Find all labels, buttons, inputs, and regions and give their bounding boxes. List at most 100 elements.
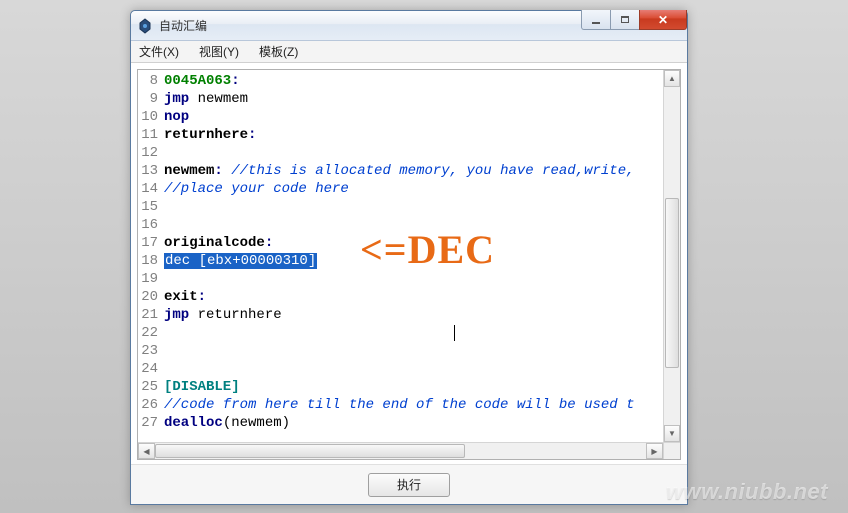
code-content[interactable]: returnhere: [164, 126, 663, 144]
code-token [223, 163, 231, 179]
code-token: dec [ebx+00000310] [164, 253, 317, 269]
line-number: 26 [138, 396, 164, 414]
code-token: dealloc [164, 415, 223, 431]
close-button[interactable]: ✕ [639, 10, 687, 30]
code-line[interactable]: 26//code from here till the end of the c… [138, 396, 663, 414]
code-line[interactable]: 27dealloc(newmem) [138, 414, 663, 432]
code-line[interactable]: 23 [138, 342, 663, 360]
code-content[interactable] [164, 270, 663, 288]
vertical-scroll-thumb[interactable] [665, 198, 679, 368]
code-content[interactable] [164, 342, 663, 360]
menu-file[interactable]: 文件(X) [135, 41, 183, 62]
code-token: [DISABLE] [164, 379, 240, 395]
code-token: : [265, 235, 273, 251]
execute-button[interactable]: 执行 [368, 473, 450, 497]
code-line[interactable]: 80045A063: [138, 72, 663, 90]
code-line[interactable]: 22 [138, 324, 663, 342]
line-number: 21 [138, 306, 164, 324]
scroll-corner [663, 443, 680, 459]
code-content[interactable] [164, 198, 663, 216]
line-number: 10 [138, 108, 164, 126]
code-content[interactable]: //place your code here [164, 180, 663, 198]
code-token: : [231, 73, 239, 89]
code-content[interactable]: dec [ebx+00000310]<=DEC [164, 252, 663, 270]
line-number: 14 [138, 180, 164, 198]
code-line[interactable]: 21jmp returnhere [138, 306, 663, 324]
scroll-right-button[interactable]: ▶ [646, 443, 663, 459]
code-token: jmp [164, 91, 189, 107]
code-token: exit [164, 289, 198, 305]
code-editor[interactable]: 80045A063:9jmp newmem10nop11returnhere:1… [138, 70, 663, 442]
code-content[interactable]: exit: [164, 288, 663, 306]
titlebar[interactable]: 自动汇编 ✕ [131, 11, 687, 41]
code-token: newmem [164, 163, 214, 179]
code-line[interactable]: 12 [138, 144, 663, 162]
menu-view[interactable]: 视图(Y) [195, 41, 243, 62]
window-title: 自动汇编 [159, 17, 207, 34]
code-line[interactable]: 13newmem: //this is allocated memory, yo… [138, 162, 663, 180]
code-line[interactable]: 19 [138, 270, 663, 288]
auto-assemble-window: 自动汇编 ✕ 文件(X) 视图(Y) 模板(Z) 80045A063:9jmp … [130, 10, 688, 505]
code-line[interactable]: 17originalcode: [138, 234, 663, 252]
code-content[interactable]: 0045A063: [164, 72, 663, 90]
code-content[interactable] [164, 144, 663, 162]
code-content[interactable] [164, 360, 663, 378]
code-line[interactable]: 10nop [138, 108, 663, 126]
editor-body: 80045A063:9jmp newmem10nop11returnhere:1… [138, 70, 680, 442]
line-number: 20 [138, 288, 164, 306]
horizontal-scroll-thumb[interactable] [155, 444, 465, 458]
horizontal-scrollbar[interactable]: ◀ ▶ [138, 442, 680, 459]
code-content[interactable]: nop [164, 108, 663, 126]
scroll-left-button[interactable]: ◀ [138, 443, 155, 459]
code-line[interactable]: 18dec [ebx+00000310]<=DEC [138, 252, 663, 270]
line-number: 15 [138, 198, 164, 216]
window-controls: ✕ [582, 10, 687, 30]
minimize-button[interactable] [581, 10, 611, 30]
code-content[interactable]: [DISABLE] [164, 378, 663, 396]
code-content[interactable]: dealloc(newmem) [164, 414, 663, 432]
code-line[interactable]: 15 [138, 198, 663, 216]
code-content[interactable]: //code from here till the end of the cod… [164, 396, 663, 414]
line-number: 16 [138, 216, 164, 234]
line-number: 9 [138, 90, 164, 108]
line-number: 24 [138, 360, 164, 378]
line-number: 18 [138, 252, 164, 270]
code-content[interactable]: originalcode: [164, 234, 663, 252]
footer: 执行 [131, 464, 687, 504]
line-number: 17 [138, 234, 164, 252]
horizontal-scroll-track[interactable] [155, 443, 646, 459]
code-line[interactable]: 20exit: [138, 288, 663, 306]
maximize-button[interactable] [610, 10, 640, 30]
code-token: //this is allocated memory, you have rea… [231, 163, 634, 179]
code-line[interactable]: 24 [138, 360, 663, 378]
code-content[interactable]: newmem: //this is allocated memory, you … [164, 162, 663, 180]
app-icon [137, 18, 153, 34]
vertical-scrollbar[interactable]: ▲ ▼ [663, 70, 680, 442]
code-content[interactable]: jmp newmem [164, 90, 663, 108]
code-token: newmem [189, 91, 248, 107]
scroll-up-button[interactable]: ▲ [664, 70, 680, 87]
code-token: //place your code here [164, 181, 349, 197]
code-line[interactable]: 11returnhere: [138, 126, 663, 144]
code-token: returnhere [189, 307, 281, 323]
code-content[interactable] [164, 216, 663, 234]
scroll-down-button[interactable]: ▼ [664, 425, 680, 442]
code-token: returnhere [164, 127, 248, 143]
code-token: : [248, 127, 256, 143]
code-token: originalcode [164, 235, 265, 251]
line-number: 8 [138, 72, 164, 90]
line-number: 23 [138, 342, 164, 360]
code-line[interactable]: 16 [138, 216, 663, 234]
menu-template[interactable]: 模板(Z) [255, 41, 302, 62]
execute-button-label: 执行 [397, 476, 421, 493]
code-line[interactable]: 9jmp newmem [138, 90, 663, 108]
code-line[interactable]: 14//place your code here [138, 180, 663, 198]
line-number: 13 [138, 162, 164, 180]
line-number: 27 [138, 414, 164, 432]
line-number: 25 [138, 378, 164, 396]
code-content[interactable]: jmp returnhere [164, 306, 663, 324]
code-line[interactable]: 25[DISABLE] [138, 378, 663, 396]
editor-frame: 80045A063:9jmp newmem10nop11returnhere:1… [137, 69, 681, 460]
code-token: jmp [164, 307, 189, 323]
code-content[interactable] [164, 324, 663, 342]
